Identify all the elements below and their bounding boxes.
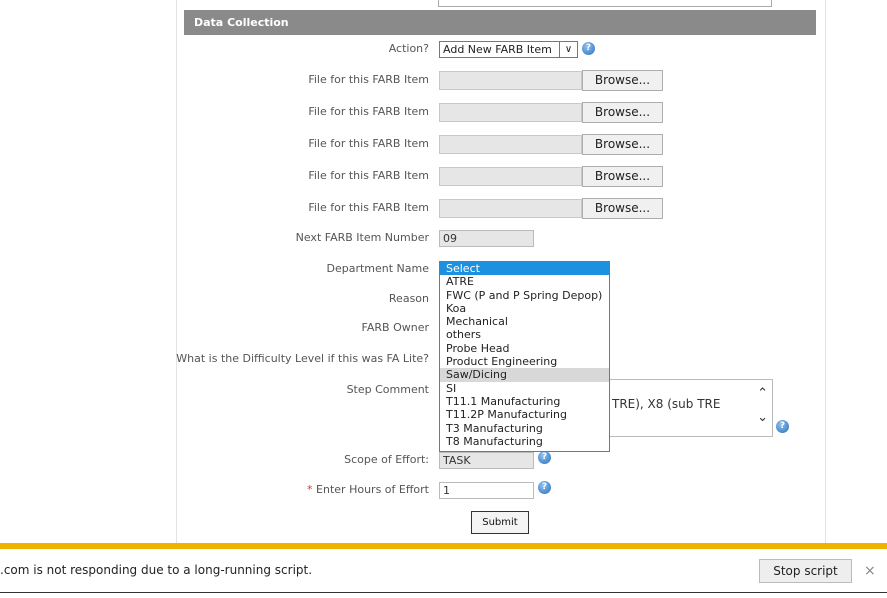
- department-option[interactable]: T8 Manufacturing: [440, 435, 609, 448]
- close-icon[interactable]: ×: [864, 563, 876, 579]
- department-option[interactable]: T3 Manufacturing: [440, 422, 609, 435]
- required-marker: *: [307, 483, 313, 496]
- department-option[interactable]: others: [440, 328, 609, 341]
- file-label: File for this FARB Item: [308, 169, 429, 182]
- action-label: Action?: [388, 42, 429, 55]
- department-option[interactable]: T11.2P Manufacturing: [440, 408, 609, 421]
- help-icon[interactable]: ?: [538, 481, 551, 494]
- browse-button[interactable]: Browse...: [582, 198, 663, 219]
- step-comment-label: Step Comment: [346, 383, 429, 396]
- stop-script-button[interactable]: Stop script: [759, 559, 852, 583]
- department-option[interactable]: FWC (P and P Spring Depop): [440, 289, 609, 302]
- help-icon[interactable]: ?: [538, 451, 551, 464]
- action-value: Add New FARB Item: [443, 43, 552, 56]
- department-option[interactable]: SI: [440, 382, 609, 395]
- department-option[interactable]: Product Engineering: [440, 355, 609, 368]
- department-option[interactable]: Mechanical: [440, 315, 609, 328]
- owner-label: FARB Owner: [361, 321, 429, 334]
- help-icon[interactable]: ?: [776, 420, 789, 433]
- help-icon[interactable]: ?: [582, 42, 595, 55]
- chevron-down-icon: ∨: [559, 42, 577, 57]
- section-header: Data Collection: [184, 10, 816, 35]
- submit-button[interactable]: Submit: [471, 511, 529, 534]
- next-item-number-field: 09: [439, 230, 534, 247]
- hours-input[interactable]: 1: [439, 482, 534, 499]
- browse-button[interactable]: Browse...: [582, 70, 663, 91]
- department-label: Department Name: [326, 262, 429, 275]
- scroll-down-icon[interactable]: ⌄: [757, 410, 768, 425]
- department-option[interactable]: Saw/Dicing: [440, 368, 609, 382]
- next-item-label: Next FARB Item Number: [295, 231, 429, 244]
- department-option[interactable]: Select: [440, 262, 609, 276]
- file-input[interactable]: [439, 199, 582, 218]
- file-label: File for this FARB Item: [308, 201, 429, 214]
- action-select[interactable]: Add New FARB Item ∨: [439, 41, 578, 58]
- file-label: File for this FARB Item: [308, 105, 429, 118]
- department-dropdown-list[interactable]: Select ATRE FWC (P and P Spring Depop) Koa M…: [439, 261, 610, 452]
- department-option[interactable]: T11.1 Manufacturing: [440, 395, 609, 408]
- file-label: File for this FARB Item: [308, 73, 429, 86]
- file-input[interactable]: [439, 103, 582, 122]
- hours-label-text: Enter Hours of Effort: [316, 483, 429, 496]
- difficulty-label: What is the Difficulty Level if this was…: [176, 352, 429, 365]
- browse-button[interactable]: Browse...: [582, 134, 663, 155]
- scope-field: TASK: [439, 452, 534, 469]
- department-option[interactable]: ATRE: [440, 275, 609, 288]
- file-label: File for this FARB Item: [308, 137, 429, 150]
- file-input[interactable]: [439, 135, 582, 154]
- hours-label: * Enter Hours of Effort: [307, 483, 429, 497]
- department-option[interactable]: Probe Head: [440, 342, 609, 355]
- file-input[interactable]: [439, 71, 582, 90]
- previous-field-input[interactable]: [438, 0, 772, 7]
- warning-message: .com is not responding due to a long-run…: [0, 563, 313, 577]
- browse-button[interactable]: Browse...: [582, 166, 663, 187]
- file-input[interactable]: [439, 167, 582, 186]
- script-warning-bar: .com is not responding due to a long-run…: [0, 543, 887, 593]
- reason-label: Reason: [388, 292, 429, 305]
- step-comment-text: TRE), X8 (sub TRE: [612, 397, 721, 411]
- scope-label: Scope of Effort:: [344, 453, 429, 466]
- browse-button[interactable]: Browse...: [582, 102, 663, 123]
- scroll-up-icon[interactable]: ⌃: [757, 386, 768, 401]
- department-option[interactable]: Koa: [440, 302, 609, 315]
